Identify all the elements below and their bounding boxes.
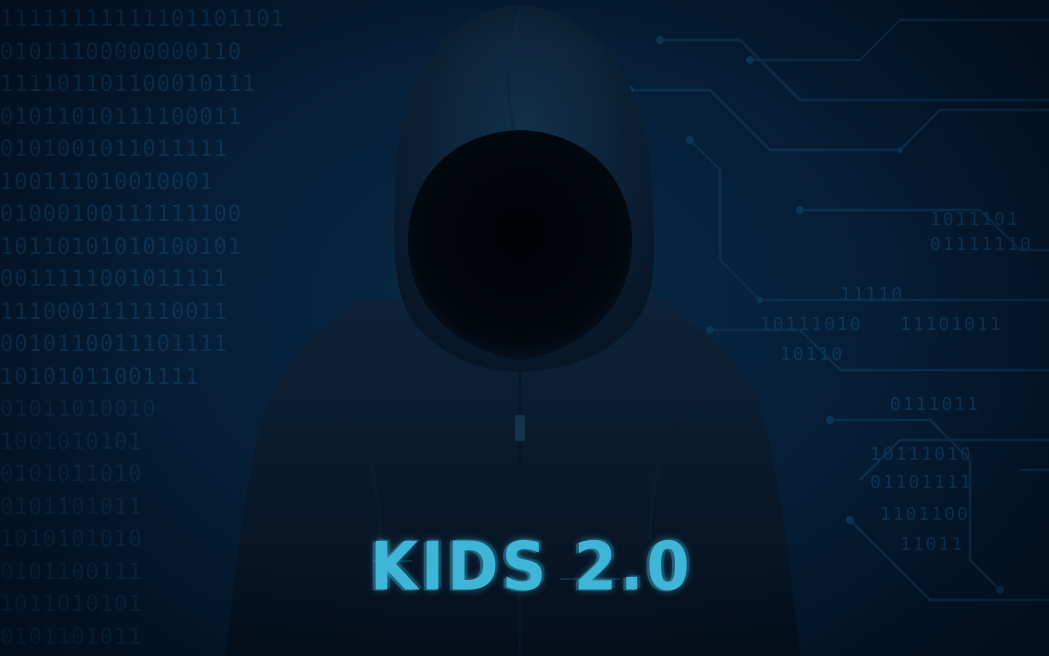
- zipper-pull: [515, 415, 525, 441]
- kids-2-0-title: KIDS 2.0: [370, 526, 693, 606]
- hero-image: 11111111111101101101 01011100000000110 1…: [0, 0, 1049, 656]
